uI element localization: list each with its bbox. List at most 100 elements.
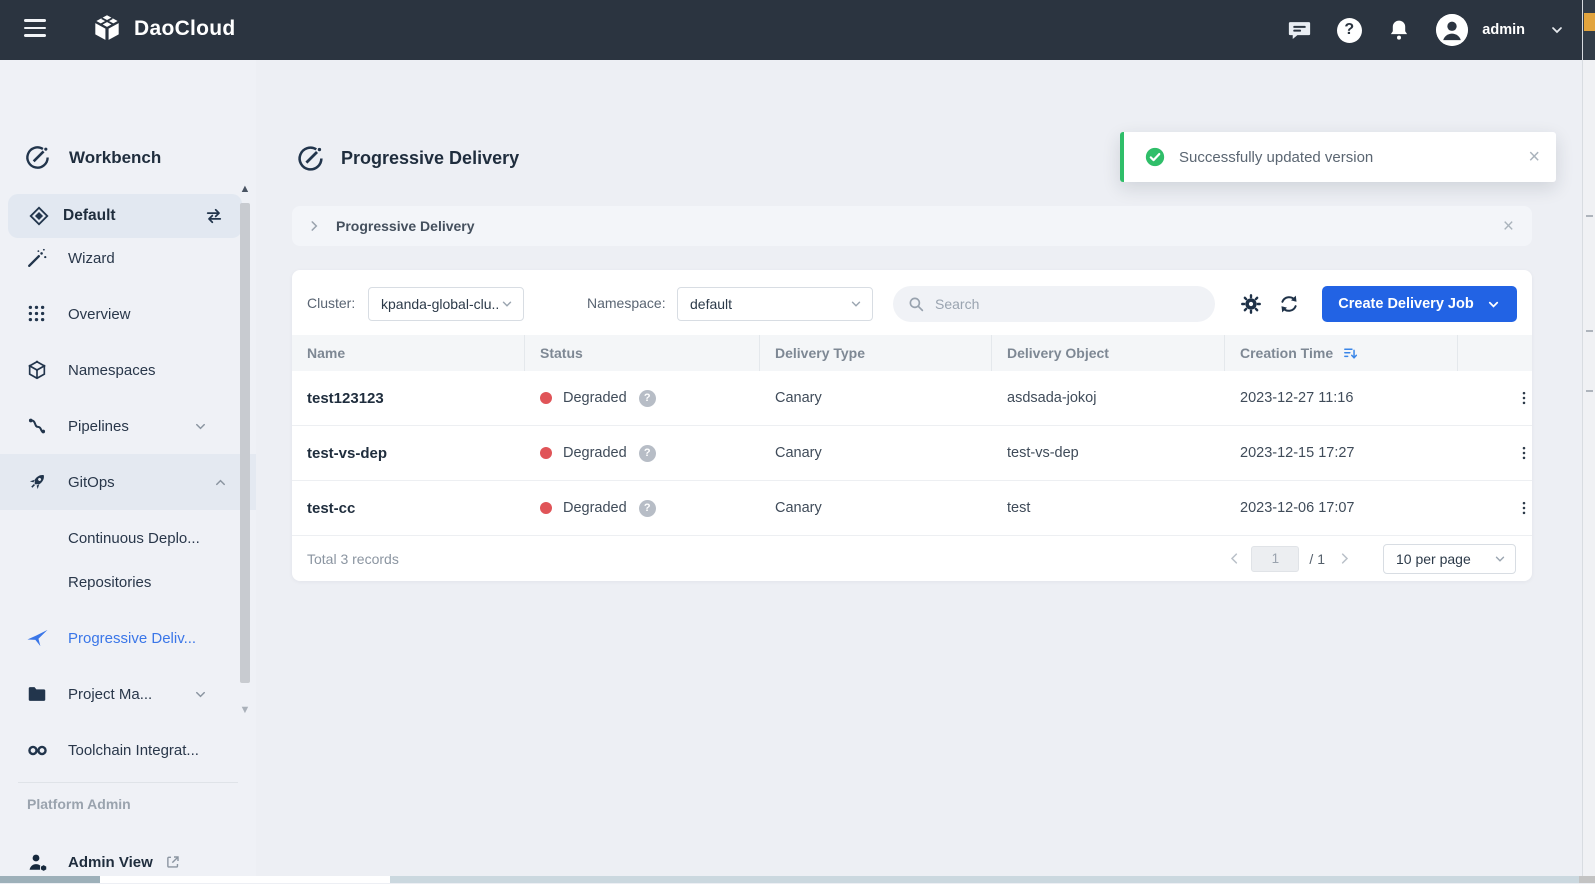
create-delivery-job-button[interactable]: Create Delivery Job	[1322, 286, 1517, 322]
delivery-jobs-card: Cluster: kpanda-global-clu... Namespace:…	[292, 270, 1532, 581]
search-box[interactable]	[893, 286, 1215, 322]
status-label: Degraded	[563, 445, 627, 461]
breadcrumb[interactable]: Progressive Delivery	[336, 218, 475, 234]
namespace-select[interactable]: default	[677, 287, 873, 321]
row-creation-time: 2023-12-15 17:27	[1225, 426, 1458, 480]
toast-close-icon[interactable]: ×	[1528, 147, 1540, 167]
settings-gear-icon[interactable]	[1240, 293, 1262, 315]
daocloud-cube-icon	[90, 12, 124, 46]
kebab-menu-icon[interactable]	[1515, 444, 1533, 462]
sidebar-divider	[18, 782, 238, 783]
chevron-down-icon	[193, 687, 208, 702]
page-horizontal-scrollbar	[0, 876, 1595, 883]
workspace-selector[interactable]: Default	[8, 194, 242, 238]
external-link-icon	[165, 854, 181, 870]
messages-icon[interactable]	[1286, 17, 1312, 43]
page-number-input[interactable]	[1251, 546, 1299, 572]
table-row[interactable]: test123123 Degraded ? Canary asdsada-jok…	[292, 371, 1532, 426]
scroll-up-arrow[interactable]: ▲	[239, 183, 251, 195]
breadcrumb-chevron-icon	[307, 219, 321, 233]
sidebar-item-gitops[interactable]: GitOps	[0, 454, 256, 510]
workspace-label: Default	[63, 207, 204, 225]
sidebar: Workbench Default Wizard Overview Namesp…	[0, 60, 256, 877]
status-help-icon[interactable]: ?	[639, 500, 656, 517]
kebab-menu-icon[interactable]	[1515, 499, 1533, 517]
check-circle-icon	[1144, 146, 1166, 168]
rocket-icon	[26, 471, 48, 493]
chevron-down-icon	[849, 297, 863, 311]
folder-icon	[26, 683, 48, 705]
sidebar-item-pipelines[interactable]: Pipelines	[0, 404, 236, 448]
row-delivery-type: Canary	[760, 426, 992, 480]
refresh-icon[interactable]	[1278, 293, 1300, 315]
swap-workspace-icon[interactable]	[204, 206, 224, 226]
column-header-name: Name	[292, 335, 525, 371]
sidebar-item-overview[interactable]: Overview	[0, 292, 236, 336]
workbench-label: Workbench	[69, 148, 161, 168]
progressive-delivery-icon	[296, 144, 325, 173]
row-name: test-cc	[292, 481, 525, 535]
kebab-menu-icon[interactable]	[1515, 389, 1533, 407]
breadcrumb-close-icon[interactable]: ×	[1503, 217, 1514, 236]
sort-descending-icon[interactable]	[1342, 345, 1359, 362]
username-label[interactable]: admin	[1482, 22, 1525, 38]
row-status: Degraded ?	[525, 426, 760, 480]
breadcrumb-bar: Progressive Delivery ×	[292, 206, 1532, 246]
row-status: Degraded ?	[525, 481, 760, 535]
column-header-delivery-type: Delivery Type	[760, 335, 992, 371]
cube-icon	[26, 359, 48, 381]
topbar: DaoCloud ? admin	[0, 0, 1595, 60]
sidebar-item-continuous-deployment[interactable]: Continuous Deplo...	[0, 516, 236, 560]
chevron-down-icon[interactable]	[1549, 22, 1565, 38]
search-input[interactable]	[933, 295, 1183, 313]
status-help-icon[interactable]: ?	[639, 390, 656, 407]
row-name: test123123	[292, 371, 525, 425]
page-title: Progressive Delivery	[341, 148, 519, 169]
hamburger-icon[interactable]	[24, 19, 46, 41]
status-help-icon[interactable]: ?	[639, 445, 656, 462]
toast-message: Successfully updated version	[1179, 149, 1528, 166]
page-size-select[interactable]: 10 per page	[1383, 544, 1516, 574]
sidebar-scrollbar-thumb[interactable]	[240, 203, 250, 683]
row-delivery-object: asdsada-jokoj	[992, 371, 1225, 425]
success-toast: Successfully updated version ×	[1120, 132, 1556, 182]
row-delivery-type: Canary	[760, 481, 992, 535]
status-dot-degraded	[540, 392, 552, 404]
row-status: Degraded ?	[525, 371, 760, 425]
sidebar-item-toolchain-integration[interactable]: Toolchain Integrat...	[0, 728, 236, 772]
wand-icon	[26, 247, 48, 269]
column-header-delivery-object: Delivery Object	[992, 335, 1225, 371]
pipeline-icon	[26, 415, 48, 437]
status-dot-degraded	[540, 502, 552, 514]
workbench-icon	[24, 144, 51, 171]
chevron-down-icon	[1493, 552, 1507, 566]
scroll-down-arrow[interactable]: ▼	[239, 704, 251, 716]
sidebar-item-wizard[interactable]: Wizard	[0, 236, 236, 280]
grid-icon	[26, 303, 48, 325]
sidebar-item-repositories[interactable]: Repositories	[0, 560, 236, 604]
brand-logo[interactable]: DaoCloud	[90, 12, 236, 46]
horizontal-scrollbar-thumb[interactable]	[100, 876, 390, 883]
help-icon[interactable]: ?	[1336, 17, 1362, 43]
cluster-select[interactable]: kpanda-global-clu...	[368, 287, 524, 321]
table-row[interactable]: test-vs-dep Degraded ? Canary test-vs-de…	[292, 426, 1532, 481]
chevron-down-icon	[500, 297, 514, 311]
status-dot-degraded	[540, 447, 552, 459]
table-row[interactable]: test-cc Degraded ? Canary test 2023-12-0…	[292, 481, 1532, 536]
workspace-icon	[28, 205, 50, 227]
table-header: Name Status Delivery Type Delivery Objec…	[292, 335, 1532, 371]
workbench-header[interactable]: Workbench	[24, 144, 161, 171]
notifications-bell-icon[interactable]	[1386, 17, 1412, 43]
sidebar-item-namespaces[interactable]: Namespaces	[0, 348, 236, 392]
prev-page-icon[interactable]	[1221, 551, 1247, 566]
cluster-label: Cluster:	[307, 295, 355, 311]
page-vertical-scrollbar[interactable]	[1582, 0, 1595, 883]
sidebar-item-progressive-delivery[interactable]: Progressive Deliv...	[0, 616, 236, 660]
row-creation-time: 2023-12-06 17:07	[1225, 481, 1458, 535]
user-avatar[interactable]	[1436, 14, 1468, 46]
next-page-icon[interactable]	[1331, 551, 1357, 566]
sidebar-item-project-management[interactable]: Project Ma...	[0, 672, 236, 716]
row-name: test-vs-dep	[292, 426, 525, 480]
search-icon	[907, 295, 925, 313]
row-delivery-object: test	[992, 481, 1225, 535]
